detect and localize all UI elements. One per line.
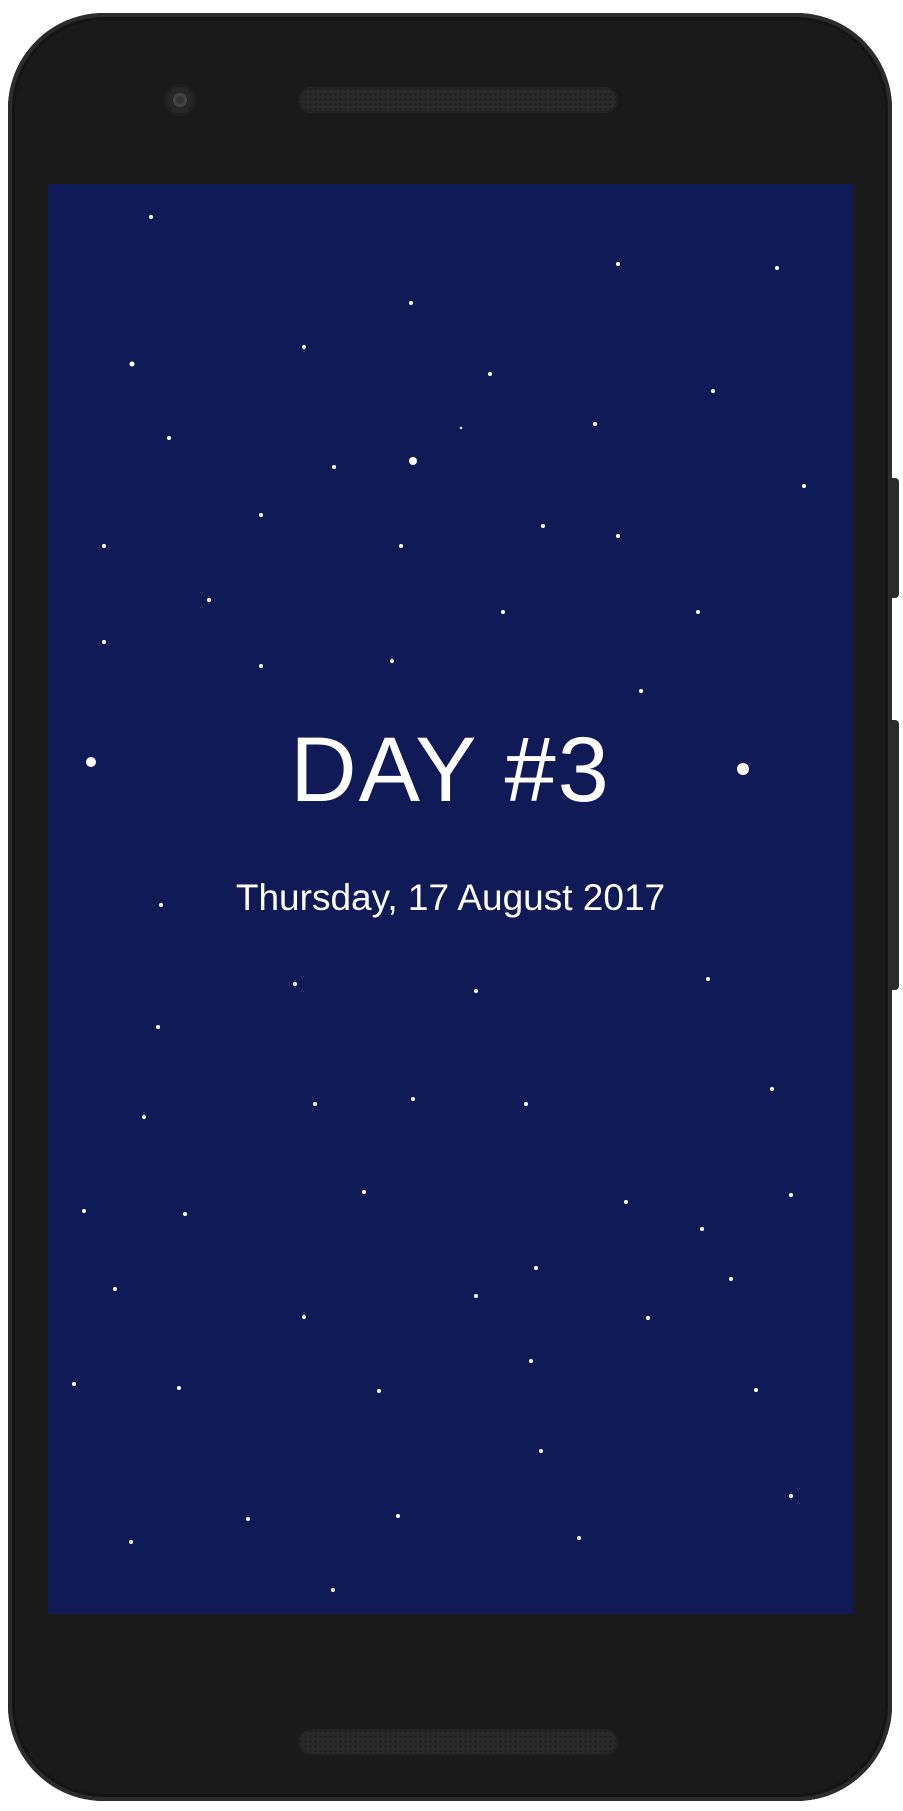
volume-rocker (891, 720, 899, 990)
star-dot (377, 1389, 381, 1393)
star-dot (362, 1190, 366, 1194)
star-dot (700, 1227, 704, 1231)
star-dot (409, 301, 413, 305)
star-dot (313, 1102, 317, 1106)
star-dot (488, 372, 492, 376)
star-dot (534, 1266, 538, 1270)
star-dot (72, 1382, 76, 1386)
star-dot (156, 1025, 160, 1029)
star-dot (411, 1097, 415, 1101)
star-dot (142, 1115, 146, 1119)
bottom-speaker-grille-icon (298, 1729, 618, 1755)
star-dot (183, 1212, 187, 1216)
star-dot (409, 457, 417, 465)
star-dot (593, 422, 597, 426)
day-counter-title: DAY #3 (290, 719, 611, 821)
star-dot (332, 465, 336, 469)
star-dot (754, 1388, 758, 1392)
star-dot (149, 215, 153, 219)
star-dot (729, 1277, 733, 1281)
star-dot (541, 524, 545, 528)
star-dot (259, 664, 263, 668)
star-dot (802, 484, 806, 488)
star-dot (474, 989, 478, 993)
star-dot (616, 534, 620, 538)
star-dot (639, 689, 643, 693)
star-dot (459, 426, 463, 430)
star-dot (102, 544, 106, 548)
star-dot (102, 640, 106, 644)
star-dot (302, 345, 306, 349)
star-dot (113, 1287, 117, 1291)
star-dot (129, 1540, 133, 1544)
star-dot (529, 1359, 533, 1363)
star-dot (501, 610, 505, 614)
star-dot (646, 1316, 650, 1320)
star-dot (539, 1449, 543, 1453)
star-dot (177, 1386, 181, 1390)
star-dot (293, 982, 297, 986)
star-dot (789, 1494, 793, 1498)
star-dot (331, 1588, 335, 1592)
star-dot (82, 1209, 86, 1213)
star-dot (390, 659, 394, 663)
star-dot (775, 266, 779, 270)
star-dot (399, 544, 403, 548)
star-dot (770, 1087, 774, 1091)
star-dot (696, 610, 700, 614)
star-dot (167, 436, 171, 440)
star-dot (577, 1536, 581, 1540)
star-dot (624, 1200, 628, 1204)
star-dot (302, 1315, 306, 1319)
star-dot (524, 1102, 528, 1106)
star-dot (129, 361, 135, 367)
star-dot (789, 1193, 793, 1197)
current-date: Thursday, 17 August 2017 (235, 877, 666, 918)
top-speaker-grille-icon (298, 87, 618, 113)
star-dot (246, 1517, 250, 1521)
app-screen: DAY #3 Thursday, 17 August 2017 (48, 184, 853, 1614)
star-dot (259, 513, 263, 517)
star-dot (711, 389, 715, 393)
star-dot (474, 1294, 478, 1298)
star-dot (616, 262, 620, 266)
star-dot (207, 598, 211, 602)
star-dot (396, 1514, 400, 1518)
star-dot (706, 977, 710, 981)
power-button (891, 478, 899, 598)
front-camera-icon (164, 84, 196, 116)
